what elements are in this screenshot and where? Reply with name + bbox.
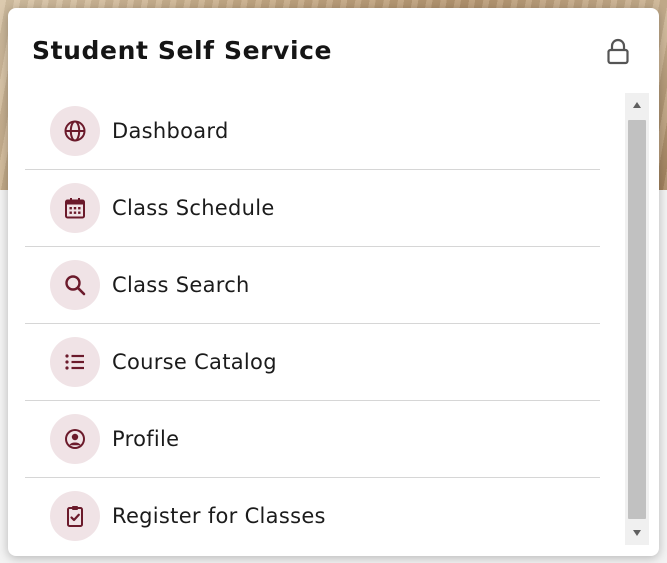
- menu-item-label: Profile: [112, 427, 180, 451]
- menu-item-label: Class Search: [112, 273, 250, 297]
- panel-title: Student Self Service: [32, 36, 333, 65]
- globe-icon: [50, 106, 100, 156]
- panel-header: Student Self Service: [32, 36, 631, 76]
- menu-item-label: Course Catalog: [112, 350, 277, 374]
- menu-item-label: Register for Classes: [112, 504, 326, 528]
- menu-item-class-schedule[interactable]: Class Schedule: [25, 170, 600, 247]
- navigation-menu: Dashboard Class Schedule Class Search Co…: [25, 93, 600, 548]
- menu-item-class-search[interactable]: Class Search: [25, 247, 600, 324]
- calendar-icon: [50, 183, 100, 233]
- scroll-up-button[interactable]: [625, 93, 649, 117]
- scrollbar-thumb[interactable]: [628, 120, 646, 519]
- menu-item-dashboard[interactable]: Dashboard: [25, 93, 600, 170]
- lock-button[interactable]: [605, 36, 631, 68]
- menu-item-label: Dashboard: [112, 119, 229, 143]
- user-circle-icon: [50, 414, 100, 464]
- list-icon: [50, 337, 100, 387]
- menu-item-profile[interactable]: Profile: [25, 401, 600, 478]
- scroll-up-arrow-icon: [633, 102, 641, 108]
- clipboard-check-icon: [50, 491, 100, 541]
- scroll-down-button[interactable]: [625, 521, 649, 545]
- menu-item-label: Class Schedule: [112, 196, 275, 220]
- scroll-down-arrow-icon: [633, 530, 641, 536]
- vertical-scrollbar[interactable]: [625, 93, 649, 545]
- lock-icon: [607, 38, 629, 65]
- search-icon: [50, 260, 100, 310]
- menu-item-course-catalog[interactable]: Course Catalog: [25, 324, 600, 401]
- menu-item-register-for-classes[interactable]: Register for Classes: [25, 478, 600, 548]
